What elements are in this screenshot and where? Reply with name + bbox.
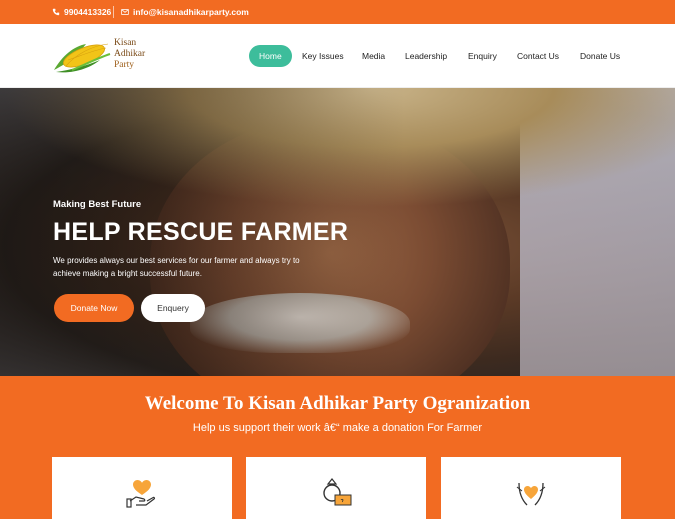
nav-home[interactable]: Home <box>249 45 292 67</box>
main-nav: Home Key Issues Media Leadership Enquiry… <box>0 45 675 67</box>
ring-money-icon <box>323 478 352 506</box>
enquery-button[interactable]: Enquery <box>141 294 205 322</box>
phone-icon <box>52 8 60 16</box>
feature-card-2[interactable] <box>246 457 426 519</box>
donate-now-button[interactable]: Donate Now <box>54 294 134 322</box>
phone-number: 9904413326 <box>64 7 112 17</box>
nav-enquiry[interactable]: Enquiry <box>468 45 497 67</box>
phone-contact[interactable]: 9904413326 <box>52 7 111 17</box>
email-contact[interactable]: info@kisanadhikarparty.com <box>121 7 249 17</box>
hero-description: We provides always our best services for… <box>53 256 300 278</box>
nav-media[interactable]: Media <box>362 45 385 67</box>
nav-contact-us[interactable]: Contact Us <box>517 45 559 67</box>
hero-title: HELP RESCUE FARMER <box>53 218 349 246</box>
top-contact-bar: 9904413326 info@kisanadhikarparty.com <box>0 0 675 24</box>
nav-key-issues[interactable]: Key Issues <box>302 45 344 67</box>
nav-donate-us[interactable]: Donate Us <box>580 45 620 67</box>
email-address: info@kisanadhikarparty.com <box>133 7 249 17</box>
feature-card-1[interactable] <box>52 457 232 519</box>
nav-leadership[interactable]: Leadership <box>405 45 447 67</box>
topbar-divider <box>113 6 114 18</box>
feature-card-3[interactable] <box>441 457 621 519</box>
welcome-subtitle: Help us support their work â€“ make a do… <box>192 422 483 434</box>
welcome-section: Welcome To Kisan Adhikar Party Ogranizat… <box>0 376 675 519</box>
mail-icon <box>121 9 129 15</box>
site-header: Kisan Adhikar Party Home Key Issues Medi… <box>0 24 675 88</box>
heart-hands-icon <box>516 482 546 506</box>
heart-hand-icon <box>126 480 156 508</box>
hero-subtitle: Making Best Future <box>53 199 142 210</box>
hero-banner: Making Best Future HELP RESCUE FARMER We… <box>0 88 675 376</box>
welcome-title: Welcome To Kisan Adhikar Party Ogranizat… <box>144 393 531 414</box>
